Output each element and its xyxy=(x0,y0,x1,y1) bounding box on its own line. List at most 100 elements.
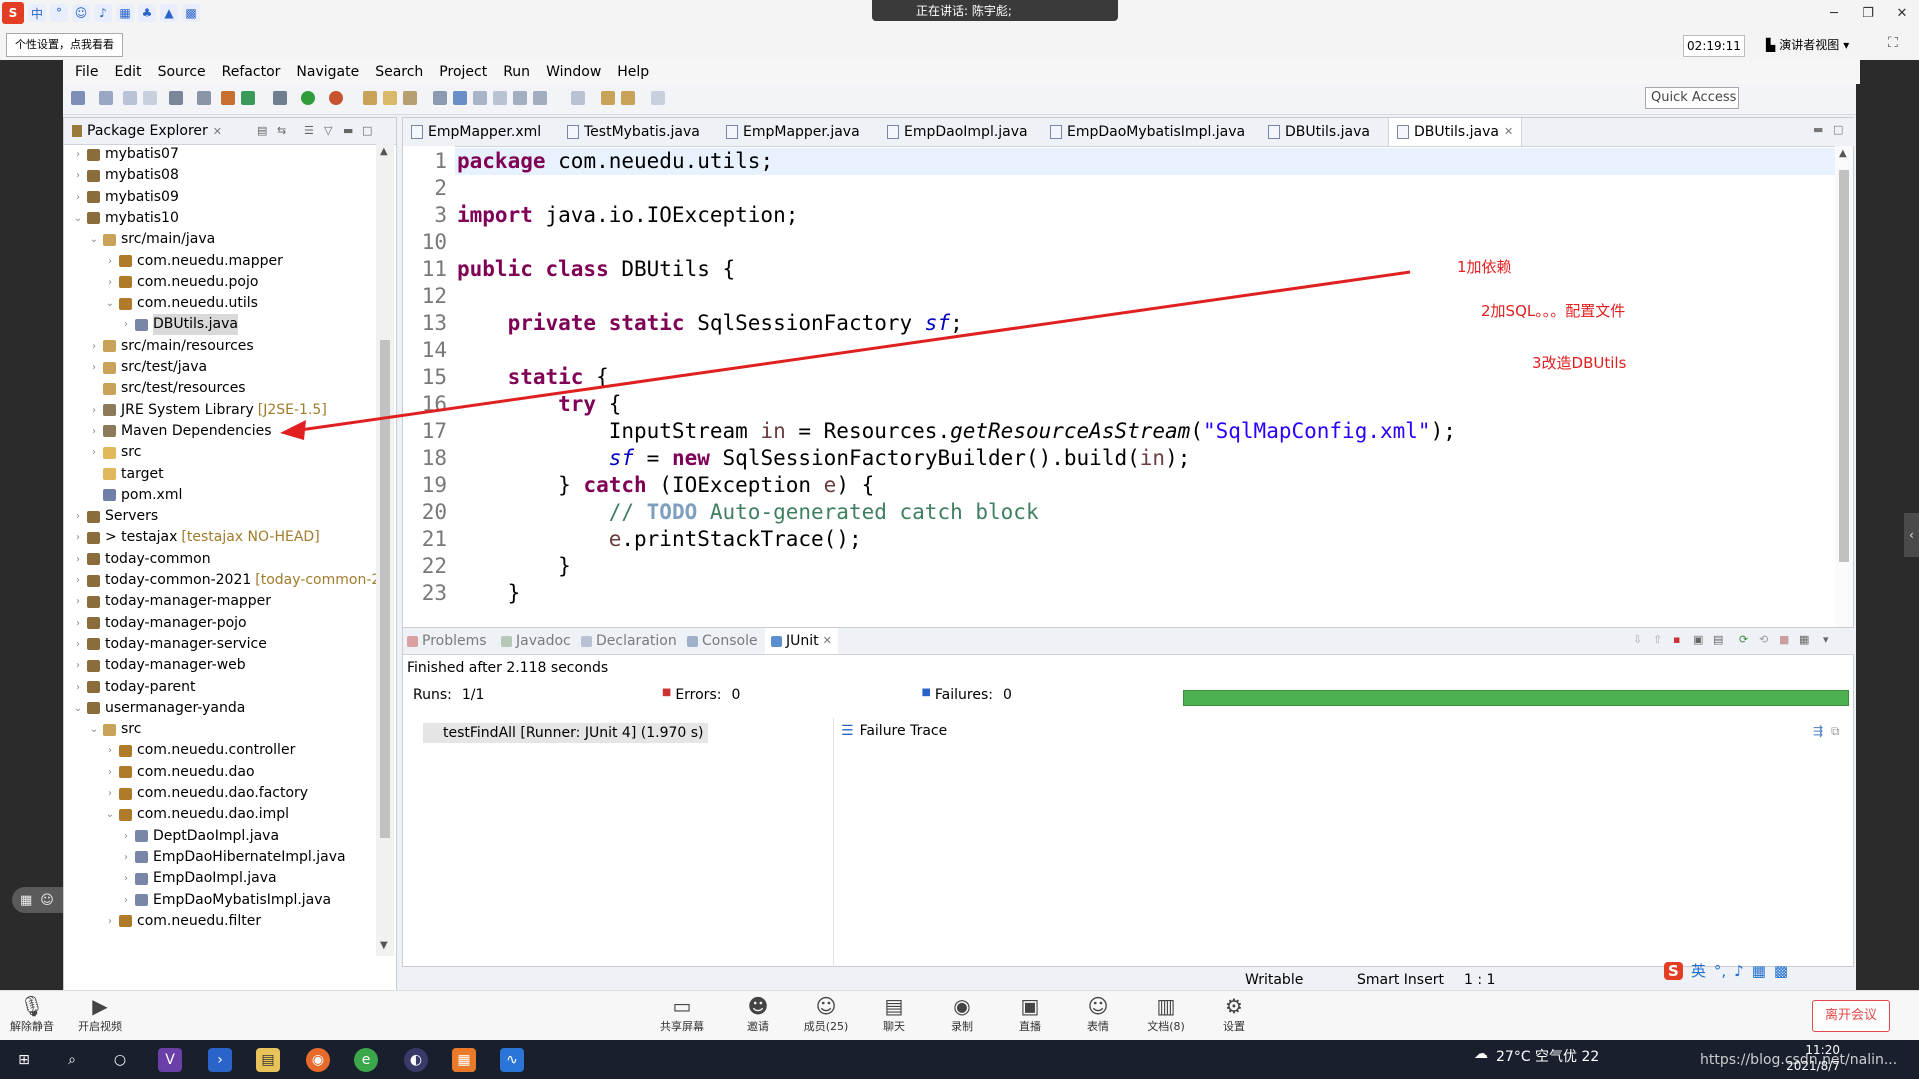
code-line-21[interactable]: e.printStackTrace(); xyxy=(457,526,862,553)
tab-dbutils-java[interactable]: DBUtils.java xyxy=(1268,118,1370,146)
expand-toggle-icon[interactable]: › xyxy=(72,527,84,548)
leave-meeting-button[interactable]: 离开会议 xyxy=(1812,1000,1890,1032)
compare-icon[interactable]: ⧉ xyxy=(1831,724,1840,739)
expand-toggle-icon[interactable]: › xyxy=(72,655,84,676)
tab-dbutils-java-active[interactable]: DBUtils.java ✕ xyxy=(1388,118,1523,146)
ime-status-bar[interactable]: S 英 °, ♪ ▦ ▩ xyxy=(1664,960,1788,981)
menu-navigate[interactable]: Navigate xyxy=(288,64,367,80)
tree-item[interactable]: src/test/resources xyxy=(88,378,246,399)
unmute-button[interactable]: 🎙 解除静音 xyxy=(6,994,58,1034)
documents-button[interactable]: ▥ 文档(8) xyxy=(1140,994,1192,1034)
close-view-icon[interactable]: ✕ xyxy=(213,125,222,138)
sublime-icon[interactable]: ▦ xyxy=(452,1048,476,1072)
expand-toggle-icon[interactable]: › xyxy=(72,613,84,634)
tree-item[interactable]: › today-manager-web xyxy=(72,655,246,676)
view-dropdown-icon[interactable]: ▽ xyxy=(324,124,332,137)
save-all-icon[interactable] xyxy=(143,91,157,105)
tab-testmybatis-java[interactable]: TestMybatis.java xyxy=(567,118,700,146)
tab-empmapper-xml[interactable]: EmpMapper.xml xyxy=(411,118,541,146)
run-icon[interactable] xyxy=(301,91,315,105)
expand-toggle-icon[interactable]: › xyxy=(104,783,116,804)
expand-toggle-icon[interactable]: › xyxy=(72,144,84,165)
minimize-editor-icon[interactable]: ▬ xyxy=(1813,123,1823,136)
tree-item[interactable]: ⌄ com.neuedu.dao.impl xyxy=(104,804,289,825)
history-icon[interactable]: ▤ xyxy=(1713,633,1723,646)
expand-toggle-icon[interactable]: › xyxy=(88,442,100,463)
expand-toggle-icon[interactable]: › xyxy=(120,868,132,889)
refresh-icon[interactable] xyxy=(241,91,255,105)
code-line-17[interactable]: InputStream in = Resources.getResourceAs… xyxy=(457,418,1456,445)
code-line-11[interactable]: public class DBUtils { xyxy=(457,256,735,283)
code-line-3[interactable]: import java.io.IOException; xyxy=(457,202,798,229)
cortana-icon[interactable]: ○ xyxy=(108,1048,132,1072)
close-tab-icon[interactable]: ✕ xyxy=(823,628,832,654)
code-line-16[interactable]: try { xyxy=(457,391,621,418)
filter-trace-icon[interactable]: ⇶ xyxy=(1813,724,1823,738)
expand-toggle-icon[interactable]: › xyxy=(104,762,116,783)
ime-language-indicator[interactable]: 英 xyxy=(1691,960,1706,981)
code-line-20[interactable]: // TODO Auto-generated catch block xyxy=(457,499,1039,526)
tree-item[interactable]: › DBUtils.java xyxy=(120,314,238,336)
members-button[interactable]: ☺ 成员(25) xyxy=(800,994,852,1034)
code-line-1[interactable]: package com.neuedu.utils; xyxy=(457,148,773,175)
presenter-view-button[interactable]: ▙ 演讲者视图 ▾ xyxy=(1766,34,1849,56)
file-explorer-icon[interactable]: ▤ xyxy=(256,1048,280,1072)
emoji-button[interactable]: ☺ 表情 xyxy=(1072,994,1124,1034)
side-panel-handle[interactable]: ‹ xyxy=(1904,513,1919,557)
microphone-icon[interactable]: ♪ xyxy=(94,4,112,22)
tree-item[interactable]: › com.neuedu.filter xyxy=(104,911,261,930)
emoji-icon[interactable]: ☺ xyxy=(40,893,54,908)
skin-icon[interactable]: ♣ xyxy=(138,4,156,22)
expand-toggle-icon[interactable]: › xyxy=(72,591,84,612)
tree-item[interactable]: › com.neuedu.pojo xyxy=(104,272,258,293)
code-line-18[interactable]: sf = new SqlSessionFactoryBuilder().buil… xyxy=(457,445,1191,472)
close-icon[interactable]: ✕ xyxy=(1885,0,1919,28)
search-icon[interactable] xyxy=(403,91,417,105)
tab-problems[interactable]: Problems xyxy=(407,628,487,654)
tab-empdaoimpl-java[interactable]: EmpDaoImpl.java xyxy=(887,118,1028,146)
link-with-editor-icon[interactable]: ⇆ xyxy=(277,124,286,137)
tree-item[interactable]: › DeptDaoImpl.java xyxy=(120,826,279,847)
tree-item[interactable]: › mybatis08 xyxy=(72,165,179,186)
code-line-15[interactable]: static { xyxy=(457,364,609,391)
tree-item[interactable]: ⌄ src xyxy=(88,719,142,740)
expand-toggle-icon[interactable]: ⌄ xyxy=(104,293,116,314)
back-dropdown-icon[interactable] xyxy=(621,91,635,105)
highlight-icon[interactable] xyxy=(453,91,467,105)
quick-access-input[interactable]: Quick Access xyxy=(1645,87,1739,109)
grid-menu-icon[interactable]: ▩ xyxy=(182,4,200,22)
tree-item[interactable]: › today-common-2021 [today-common-2 xyxy=(72,570,376,591)
tree-item[interactable]: › src/main/resources xyxy=(88,336,254,357)
sogou-logo-icon[interactable]: S xyxy=(2,2,24,24)
tree-item[interactable]: › com.neuedu.dao xyxy=(104,762,255,783)
expand-toggle-icon[interactable]: ⌄ xyxy=(88,229,100,250)
maximize-editor-icon[interactable]: □ xyxy=(1833,123,1843,136)
menu-help[interactable]: Help xyxy=(609,64,657,80)
expand-toggle-icon[interactable]: › xyxy=(120,847,132,868)
tab-javadoc[interactable]: Javadoc xyxy=(501,628,571,654)
expand-toggle-icon[interactable]: › xyxy=(72,506,84,527)
tree-item[interactable]: ⌄ usermanager-yanda xyxy=(72,698,246,719)
code-line-23[interactable]: } xyxy=(457,580,521,607)
toggle-mark-icon[interactable] xyxy=(433,91,447,105)
eclipse-icon[interactable]: ◐ xyxy=(404,1048,428,1072)
open-type-icon[interactable] xyxy=(363,91,377,105)
expand-toggle-icon[interactable]: › xyxy=(104,272,116,293)
expand-toggle-icon[interactable]: › xyxy=(120,314,132,335)
sogou-logo-icon[interactable]: S xyxy=(1664,961,1683,980)
tab-empdaomybatisimpl-java[interactable]: EmpDaoMybatisImpl.java xyxy=(1050,118,1245,146)
menu-project[interactable]: Project xyxy=(431,64,495,80)
block-selection-icon[interactable] xyxy=(473,91,487,105)
microphone-icon[interactable]: ♪ xyxy=(1734,962,1744,980)
menu-source[interactable]: Source xyxy=(150,64,214,80)
menu-file[interactable]: File xyxy=(67,64,106,80)
minimize-view-icon[interactable]: ▬ xyxy=(343,124,353,137)
tree-item[interactable]: › com.neuedu.controller xyxy=(104,740,295,761)
menu-edit[interactable]: Edit xyxy=(106,64,149,80)
expand-toggle-icon[interactable]: › xyxy=(88,400,100,421)
share-screen-button[interactable]: ▭ 共享屏幕 xyxy=(656,994,708,1034)
view-menu-icon[interactable]: ☰ xyxy=(304,124,314,137)
start-video-button[interactable]: ▶ 开启视频 xyxy=(74,994,126,1034)
chat-button[interactable]: ▤ 聊天 xyxy=(868,994,920,1034)
expand-toggle-icon[interactable]: › xyxy=(72,570,84,591)
